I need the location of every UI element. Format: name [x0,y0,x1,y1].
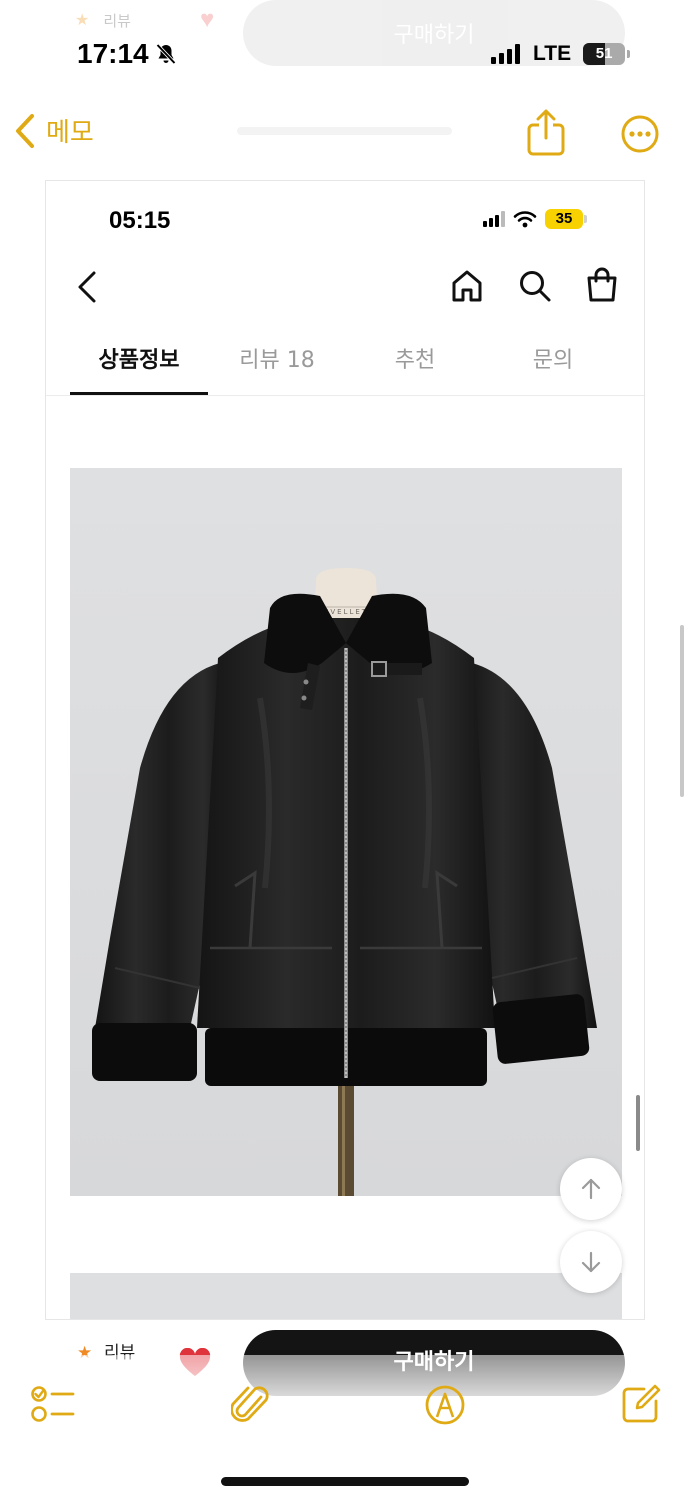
tab-inquiry[interactable]: 문의 [484,331,622,395]
embedded-screenshot[interactable]: 05:15 35 상품정보 리뷰 18 추천 문의 EVELLET [45,180,645,1320]
tabs-divider [46,395,644,396]
paperclip-icon[interactable] [231,1383,271,1427]
share-icon[interactable] [526,109,566,157]
inner-back-icon[interactable] [74,269,100,305]
battery-tip [627,50,631,58]
notes-scroll-indicator[interactable] [680,625,684,797]
inner-status-time: 05:15 [109,207,171,234]
tab-product-info[interactable]: 상품정보 [70,331,208,395]
notes-screen: ★ 리뷰 ♥ 구매하기 17:14 LTE 51 메모 05:15 35 상품정… [0,0,690,1500]
inner-scroll-indicator [636,1095,640,1151]
more-options-icon[interactable] [620,114,660,154]
shopping-bag-icon[interactable] [586,267,618,303]
back-label: 메모 [46,118,94,148]
arrow-up-icon [581,1178,601,1200]
compose-icon[interactable] [620,1383,662,1425]
ghost-review-label: 리뷰 [103,11,131,30]
star-icon: ★ [75,12,90,29]
battery-level: 51 [595,45,613,62]
home-indicator[interactable] [221,1477,469,1486]
cellular-signal-icon [491,44,520,64]
search-icon[interactable] [518,269,552,303]
battery-icon: 51 [583,43,631,65]
arrow-down-icon [581,1251,601,1273]
mannequin-brand: EVELLET [324,608,368,616]
product-image[interactable]: EVELLET [70,468,622,1196]
chevron-left-icon [16,113,34,148]
scroll-to-top-button[interactable] [560,1158,622,1220]
ghost-review-row: ★ 리뷰 ♥ [75,6,214,34]
jacket-illustration: EVELLET [70,468,622,1196]
tab-reviews[interactable]: 리뷰 18 [208,331,346,395]
product-image-next[interactable] [70,1273,622,1319]
checklist-icon[interactable] [30,1384,76,1424]
inner-status-indicators: 35 [483,209,587,229]
inner-battery-level: 35 [555,210,573,227]
title-placeholder-bar [237,127,452,135]
wifi-icon [513,211,537,228]
network-type: LTE [533,42,572,65]
inner-cellular-icon [483,211,505,227]
inner-battery-tip [584,215,587,223]
status-time: 17:14 [77,38,149,69]
bell-slash-icon [156,43,176,65]
markup-pen-icon[interactable] [424,1384,466,1426]
home-icon[interactable] [451,269,483,303]
inner-battery-icon: 35 [545,209,587,229]
product-tabs: 상품정보 리뷰 18 추천 문의 [70,331,622,395]
status-indicators: LTE 51 [491,42,631,66]
heart-icon: ♥ [199,6,215,33]
back-button[interactable]: 메모 [14,112,94,149]
scroll-to-bottom-button[interactable] [560,1231,622,1293]
tab-recommendations[interactable]: 추천 [346,331,484,395]
